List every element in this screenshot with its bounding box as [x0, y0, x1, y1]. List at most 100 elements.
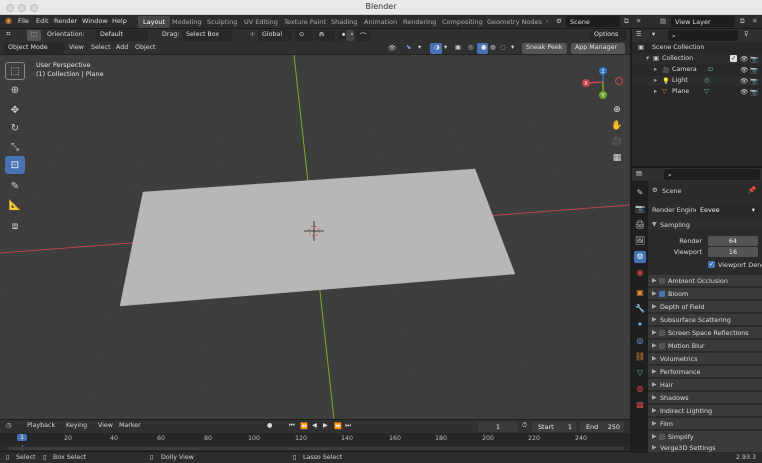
- blender-logo-icon[interactable]: ◉: [5, 16, 12, 25]
- panel-performance[interactable]: ▶ Performance: [648, 366, 762, 378]
- outliner-mode-icon[interactable]: ▾: [652, 31, 655, 38]
- expand-arrow-icon[interactable]: ▸: [654, 88, 657, 95]
- outliner-row-collection[interactable]: ▾ ▣ Collection ✓ 👁 📷: [632, 54, 762, 64]
- outliner-row-light[interactable]: ▸ 💡 Light ◎ 👁 📷: [632, 76, 762, 86]
- panel-depth-of-field[interactable]: ▶ Depth of Field: [648, 301, 762, 313]
- annotate-tool-icon[interactable]: ✎: [5, 177, 25, 195]
- tab-rendering[interactable]: Rendering: [398, 16, 441, 28]
- jump-end-icon[interactable]: ⏭: [345, 422, 351, 430]
- transform-tool-icon[interactable]: ⊡: [5, 156, 25, 174]
- shading-wireframe-icon[interactable]: ◎: [468, 44, 474, 51]
- mode-dropdown[interactable]: Object Mode: [4, 43, 64, 54]
- particles-tab-icon[interactable]: ✦: [634, 319, 646, 331]
- outliner-row-plane[interactable]: ▸ ▽ Plane ▽ 👁 📷: [632, 87, 762, 97]
- view-layer-field[interactable]: View Layer: [671, 16, 735, 27]
- render-tab-icon[interactable]: 📷: [634, 203, 646, 215]
- data-tab-icon[interactable]: ▽: [634, 367, 646, 379]
- menu-file[interactable]: File: [18, 17, 29, 25]
- panel-ambient-occlusion[interactable]: ▶ Ambient Occlusion: [648, 275, 762, 287]
- pivot-point-icon[interactable]: ⊙: [295, 30, 313, 41]
- zoom-view-icon[interactable]: ⊕: [610, 105, 624, 118]
- timeline-scrollbar[interactable]: [8, 447, 624, 450]
- menu-window[interactable]: Window: [82, 17, 108, 25]
- tab-modeling[interactable]: Modeling: [167, 16, 207, 28]
- auto-keying-icon[interactable]: ●: [267, 422, 273, 429]
- sampling-panel-header[interactable]: ▼ Sampling: [648, 219, 762, 231]
- pin-icon[interactable]: 📌: [748, 186, 756, 194]
- options-dropdown[interactable]: Options: [590, 30, 626, 41]
- menu-keying[interactable]: Keying: [66, 422, 87, 429]
- render-engine-dropdown[interactable]: Eevee ▾: [696, 205, 758, 215]
- eye-icon[interactable]: 👁: [740, 66, 748, 74]
- orientation-dropdown[interactable]: Default: [96, 30, 148, 41]
- properties-editor-icon[interactable]: ▤: [636, 170, 642, 177]
- camera-render-icon[interactable]: 📷: [750, 66, 758, 74]
- add-cube-tool-icon[interactable]: ⧈: [5, 217, 25, 235]
- gizmo-dropdown-icon[interactable]: ▾: [418, 44, 421, 51]
- panel-bloom[interactable]: ▶ Bloom: [648, 288, 762, 300]
- timeline-ruler[interactable]: 1 20 40 60 80 100 120 140 160 180 200 22…: [0, 433, 630, 445]
- eye-icon[interactable]: 👁: [740, 77, 748, 85]
- outliner-row-camera[interactable]: ▸ 🎥 Camera ⊡ 👁 📷: [632, 65, 762, 75]
- panel-shadows[interactable]: ▶ Shadows: [648, 392, 762, 404]
- rotate-tool-icon[interactable]: ↻: [5, 119, 25, 137]
- timeline-editor-icon[interactable]: ◷: [6, 422, 12, 429]
- modifier-tab-icon[interactable]: 🔧: [634, 303, 646, 315]
- visibility-icon[interactable]: 👁: [388, 44, 396, 52]
- panel-hair[interactable]: ▶ Hair: [648, 379, 762, 391]
- eye-icon[interactable]: 👁: [740, 88, 748, 96]
- editor-type-icon[interactable]: ⌗: [6, 29, 11, 39]
- panel-verge3d-settings[interactable]: ▶ Verge3D Settings: [648, 442, 762, 453]
- overlays-dropdown-icon[interactable]: ▾: [444, 44, 447, 51]
- menu-playback[interactable]: Playback: [27, 422, 55, 429]
- play-icon[interactable]: ▶: [323, 422, 328, 429]
- snap-magnet-icon[interactable]: ⋒: [315, 30, 335, 41]
- scroll-tabs-icon[interactable]: ›: [546, 17, 549, 25]
- overlays-icon[interactable]: ◑: [430, 43, 442, 54]
- camera-render-icon[interactable]: 📷: [750, 77, 758, 85]
- eye-icon[interactable]: 👁: [740, 55, 748, 63]
- view-layer-tab-icon[interactable]: 🖼: [634, 235, 646, 247]
- tab-texture-paint[interactable]: Texture Paint: [279, 16, 331, 28]
- transform-orientation-dropdown[interactable]: Global: [258, 30, 292, 41]
- scene-tab-icon[interactable]: ⚙: [634, 251, 646, 263]
- delete-view-layer-icon[interactable]: ✕: [752, 17, 757, 25]
- falloff-icon[interactable]: ⌒: [356, 30, 370, 41]
- tab-sculpting[interactable]: Sculpting: [202, 16, 242, 28]
- camera-view-icon[interactable]: 🎥: [610, 137, 624, 150]
- constraints-tab-icon[interactable]: ⛓: [634, 351, 646, 363]
- tab-shading[interactable]: Shading: [326, 16, 362, 28]
- viewport-denoise-checkbox[interactable]: ✓: [708, 261, 715, 268]
- menu-help[interactable]: Help: [112, 17, 127, 25]
- tab-compositing[interactable]: Compositing: [437, 16, 488, 28]
- expand-arrow-icon[interactable]: ▸: [654, 77, 657, 84]
- 3d-viewport[interactable]: User Perspective (1) Collection | Plane …: [0, 55, 630, 419]
- shading-solid-icon[interactable]: ●: [477, 43, 488, 54]
- new-view-layer-icon[interactable]: ⧉: [740, 17, 745, 26]
- pan-hand-icon[interactable]: ✋: [610, 121, 624, 134]
- app-manager-button[interactable]: App Manager: [571, 43, 625, 54]
- scene-icon[interactable]: ⚙: [556, 17, 562, 25]
- tab-uv-editing[interactable]: UV Editing: [239, 16, 283, 28]
- menu-timeline-view[interactable]: View: [98, 422, 113, 429]
- play-reverse-icon[interactable]: ◀: [312, 422, 317, 429]
- outliner-filter-icon[interactable]: ⊽: [744, 31, 749, 38]
- drag-dropdown[interactable]: Select Box: [182, 30, 232, 41]
- measure-tool-icon[interactable]: 📐: [5, 196, 25, 214]
- object-tab-icon[interactable]: ▣: [634, 287, 646, 299]
- camera-render-icon[interactable]: 📷: [750, 55, 758, 63]
- sampling-render-field[interactable]: 64: [708, 236, 758, 246]
- xray-icon[interactable]: ▣: [455, 44, 461, 51]
- view-layer-icon[interactable]: ▤: [660, 17, 666, 25]
- camera-render-icon[interactable]: 📷: [750, 88, 758, 96]
- panel-indirect-lighting[interactable]: ▶ Indirect Lighting: [648, 405, 762, 417]
- physics-tab-icon[interactable]: ◎: [634, 335, 646, 347]
- end-frame-field[interactable]: End 250: [580, 422, 624, 432]
- active-tool-icon[interactable]: ⬚: [27, 30, 41, 41]
- shading-dropdown-icon[interactable]: ▾: [511, 44, 514, 51]
- tool-tab-icon[interactable]: ✎: [634, 187, 646, 199]
- outliner-editor-icon[interactable]: ☰: [636, 31, 642, 38]
- jump-keyframe-back-icon[interactable]: ⏪: [300, 422, 308, 430]
- panel-checkbox[interactable]: [659, 278, 665, 284]
- cursor-tool-icon[interactable]: ⊕: [5, 81, 25, 99]
